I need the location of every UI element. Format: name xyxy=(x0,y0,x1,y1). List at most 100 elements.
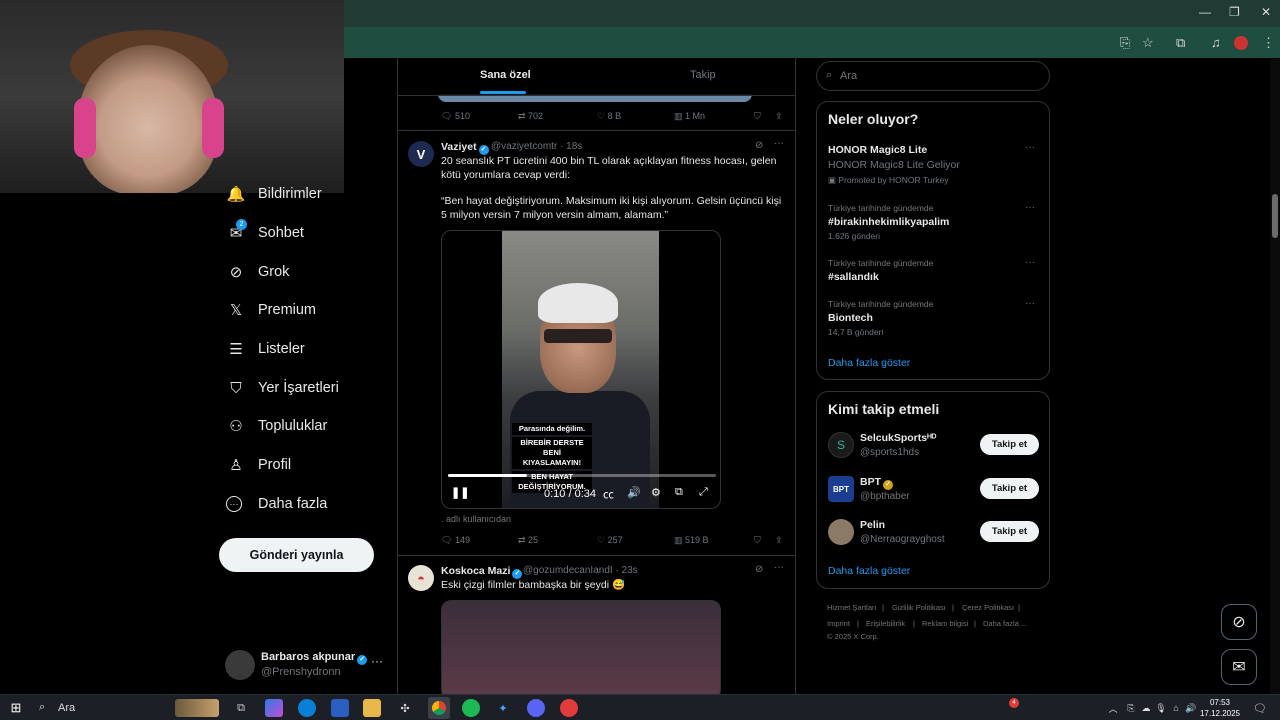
settings-gear-icon[interactable]: ⚙ xyxy=(651,486,661,499)
extensions-icon[interactable]: ⧉ xyxy=(1176,35,1185,51)
minimize-button[interactable]: — xyxy=(1199,5,1211,19)
page-scrollbar[interactable] xyxy=(1270,58,1280,694)
spotify-icon[interactable] xyxy=(462,699,480,717)
outlook-icon[interactable] xyxy=(331,699,349,717)
edge-icon[interactable] xyxy=(298,699,316,717)
footer-link[interactable]: Gizlilik Politikası xyxy=(892,603,946,612)
app-icon[interactable]: ✦ xyxy=(494,699,512,717)
repost-button[interactable]: ⇄ 25 xyxy=(518,535,538,546)
install-icon[interactable]: ⎘ xyxy=(1120,35,1130,51)
footer-link[interactable]: Imprint xyxy=(827,619,850,628)
tweet-author[interactable]: Koskoca Mazi ✓ xyxy=(441,565,523,579)
more-icon[interactable]: ··· xyxy=(1025,202,1035,213)
captions-icon[interactable]: ㏄ xyxy=(603,486,614,502)
reply-button[interactable]: 🗨 510 xyxy=(441,111,470,122)
star-icon[interactable]: ☆ xyxy=(1142,35,1154,51)
footer-link[interactable]: Daha fazla ... xyxy=(983,619,1027,628)
tab-for-you[interactable]: Sana özel xyxy=(480,69,531,81)
grok-icon[interactable]: ⊘ xyxy=(755,564,763,575)
nav-item-profile[interactable]: ♙ Profil xyxy=(226,453,291,477)
follow-button[interactable]: Takip et xyxy=(980,434,1039,455)
more-icon[interactable]: ··· xyxy=(1025,142,1035,153)
bookmark-icon[interactable]: ⛉ xyxy=(754,111,761,122)
nav-item-premium[interactable]: 𝕏 Premium xyxy=(226,298,316,322)
like-button[interactable]: ♡ 257 xyxy=(597,535,623,546)
nav-item-bookmarks[interactable]: ⛉ Yer İşaretleri xyxy=(226,376,339,400)
copilot-icon[interactable] xyxy=(265,699,283,717)
promo-title[interactable]: HONOR Magic8 Lite xyxy=(828,144,927,156)
more-icon[interactable]: ··· xyxy=(1025,257,1035,268)
app-icon[interactable]: ✣ xyxy=(396,699,414,717)
taskbar-search[interactable]: ⌕ Ara xyxy=(32,698,222,718)
video-source[interactable]: . adlı kullanıcıdan xyxy=(441,514,511,524)
footer-link[interactable]: Reklam bilgisi xyxy=(922,619,968,628)
post-button[interactable]: Gönderi yayınla xyxy=(219,538,374,572)
share-icon[interactable]: ⇪ xyxy=(775,535,783,546)
menu-kebab-icon[interactable]: ⋮ xyxy=(1262,35,1275,51)
video-progress-bar[interactable] xyxy=(448,474,716,477)
fullscreen-icon[interactable]: ⤢ xyxy=(699,486,708,499)
windows-start-icon[interactable]: ⊞ xyxy=(7,699,25,717)
restore-button[interactable]: ❐ xyxy=(1229,5,1240,19)
more-icon[interactable]: ··· xyxy=(371,654,383,668)
reply-button[interactable]: 🗨 149 xyxy=(441,535,470,546)
chrome-icon[interactable] xyxy=(428,697,450,719)
footer-link[interactable]: Çerez Politikası xyxy=(962,603,1014,612)
avatar[interactable]: ◓ xyxy=(408,565,434,591)
close-button[interactable]: ✕ xyxy=(1261,5,1271,19)
nav-item-communities[interactable]: ⚇ Topluluklar xyxy=(226,414,327,438)
account-switcher[interactable]: Barbaros akpunar ✓ @Prenshydronn ··· xyxy=(225,648,390,682)
tweet-author[interactable]: Vaziyet ✓ xyxy=(441,141,489,155)
footer-link[interactable]: Erişilebilirlik xyxy=(866,619,905,628)
notifications-icon[interactable]: 🗨 xyxy=(1251,699,1269,717)
video-player[interactable]: Parasında değilim. BİREBİR DERSTE BENİ K… xyxy=(441,230,721,509)
tweet-media[interactable] xyxy=(441,600,721,694)
nav-item-grok[interactable]: ⊘ Grok xyxy=(226,260,290,284)
tweet-time[interactable]: · 18s xyxy=(560,141,582,152)
grok-fab[interactable]: ⊘ xyxy=(1221,604,1257,640)
avatar[interactable]: V xyxy=(408,141,434,167)
trend-name[interactable]: #birakinhekimlikyapalim xyxy=(828,216,949,228)
nav-item-more[interactable]: ··· Daha fazla xyxy=(226,492,327,516)
views-button[interactable]: ▥ 1 Mn xyxy=(674,111,705,122)
share-icon[interactable]: ⇪ xyxy=(775,111,783,122)
media-icon[interactable]: ♫ xyxy=(1211,35,1221,50)
repost-button[interactable]: ⇄ 702 xyxy=(518,111,543,122)
chevron-up-icon[interactable]: ︿ xyxy=(1104,699,1122,717)
discord-icon[interactable] xyxy=(527,699,545,717)
trend-name[interactable]: #sallandık xyxy=(828,271,879,283)
who-name[interactable]: BPT ✓ xyxy=(860,476,893,490)
bookmark-icon[interactable]: ⛉ xyxy=(754,535,761,546)
more-icon[interactable]: ··· xyxy=(774,138,784,149)
picture-in-picture-icon[interactable]: ⧉ xyxy=(675,486,683,499)
clock[interactable]: 07:53 17.12.2025 xyxy=(1198,697,1242,719)
follow-button[interactable]: Takip et xyxy=(980,521,1039,542)
show-more-link[interactable]: Daha fazla göster xyxy=(828,357,910,369)
author-handle[interactable]: @gozumdecanIandI xyxy=(523,565,613,576)
follow-button[interactable]: Takip et xyxy=(980,478,1039,499)
nav-item-lists[interactable]: ☰ Listeler xyxy=(226,337,304,361)
search-box[interactable]: ⌕ Ara xyxy=(816,61,1050,91)
messages-fab[interactable]: ✉ xyxy=(1221,649,1257,685)
tweet-time[interactable]: · 23s xyxy=(615,565,637,576)
pause-icon[interactable]: ❚❚ xyxy=(451,486,469,499)
nav-item-chat[interactable]: ✉ 2 Sohbet xyxy=(226,219,304,245)
like-button[interactable]: ♡ 8 B xyxy=(597,111,621,122)
nav-item-notifications[interactable]: 🔔 Bildirimler xyxy=(226,182,322,206)
file-explorer-icon[interactable] xyxy=(363,699,381,717)
more-icon[interactable]: ··· xyxy=(774,562,784,573)
search-input[interactable]: Ara xyxy=(840,70,857,82)
app-icon[interactable] xyxy=(560,699,578,717)
avatar[interactable]: BPT xyxy=(828,476,854,502)
show-more-link[interactable]: Daha fazla göster xyxy=(828,565,910,577)
footer-link[interactable]: Hizmet Şartları xyxy=(827,603,877,612)
trend-name[interactable]: Biontech xyxy=(828,312,873,324)
who-name[interactable]: Pelin xyxy=(860,519,885,531)
profile-avatar[interactable] xyxy=(1234,36,1248,50)
tab-following[interactable]: Takip xyxy=(690,69,716,81)
grok-icon[interactable]: ⊘ xyxy=(755,140,763,151)
more-icon[interactable]: ··· xyxy=(1025,298,1035,309)
who-name[interactable]: SelcukSportsᴴᴰ xyxy=(860,432,936,444)
task-view-icon[interactable]: ⧉ xyxy=(232,699,250,717)
scrollbar-thumb[interactable] xyxy=(1272,194,1278,238)
